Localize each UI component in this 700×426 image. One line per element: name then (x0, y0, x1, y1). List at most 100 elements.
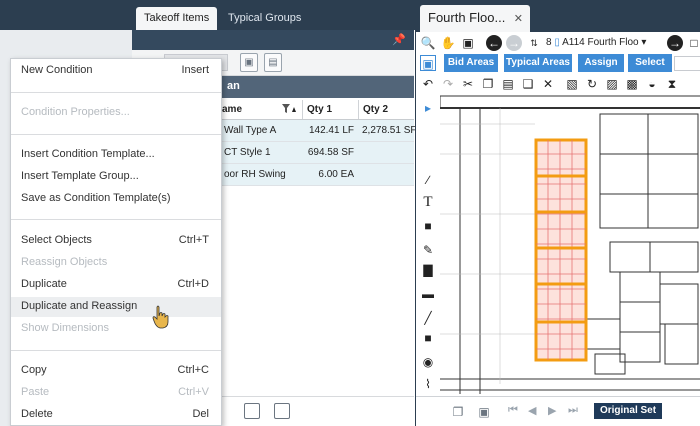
thumbnail-icon[interactable]: ▣ (476, 404, 492, 420)
close-icon[interactable]: ✕ (514, 12, 523, 25)
column-qty1[interactable]: Qty 1 (302, 100, 358, 119)
cut-icon[interactable]: ✂ (460, 76, 476, 92)
edit-icon[interactable]: ▧ (564, 76, 580, 92)
fit-page-icon[interactable]: □ (686, 35, 700, 51)
menu-item-shortcut: Ctrl+V (178, 386, 209, 398)
expand-icon[interactable]: ▣ (240, 53, 258, 72)
menu-item-paste: Paste Ctrl+V (11, 383, 221, 403)
row-name: oor RH Swing (224, 169, 286, 180)
menu-item-new-condition[interactable]: New Condition Insert (11, 61, 221, 81)
menu-item-shortcut: Ctrl+C (177, 364, 209, 376)
flip-horizontal-icon[interactable]: ◒ (644, 76, 660, 92)
undo-icon[interactable]: ↶ (420, 76, 436, 92)
viewer-bottom-bar: ❐ ▣ ⏮ ◀ ▶ ⏭ Original Set (416, 396, 700, 426)
next-page-icon[interactable]: → (667, 35, 683, 51)
prev-page-icon[interactable]: ◀ (528, 404, 536, 417)
link-icon[interactable]: ◉ (420, 354, 436, 370)
row-qty2 (358, 142, 414, 163)
last-page-icon[interactable]: ⏭ (568, 404, 578, 417)
menu-item-label: Show Dimensions (21, 322, 110, 334)
back-icon[interactable]: ← (486, 35, 502, 51)
menu-item-label: Duplicate (21, 278, 67, 290)
move-icon[interactable] (274, 403, 290, 419)
pointer-icon[interactable]: ▸ (420, 100, 436, 116)
transform-icon[interactable]: ▩ (624, 76, 640, 92)
stamp-icon[interactable]: ▇ (420, 262, 436, 278)
duplicate-icon[interactable]: ❑ (520, 76, 536, 92)
menu-item-label: Reassign Objects (21, 256, 108, 268)
viewer-tab-row: Fourth Floo... ✕ (416, 0, 700, 32)
takeoff-tab-row: Takeoff Items Typical Groups (132, 0, 414, 30)
row-qty2 (358, 164, 414, 185)
menu-item-label: Duplicate and Reassign (21, 300, 138, 312)
crop-icon[interactable]: ▨ (604, 76, 620, 92)
hand-cursor-icon (152, 305, 169, 329)
drawing-canvas[interactable] (440, 94, 700, 396)
menu-item-shortcut: Del (192, 408, 209, 420)
menu-item-duplicate[interactable]: Duplicate Ctrl+D (11, 275, 221, 295)
first-page-icon[interactable]: ⏮ (508, 404, 518, 417)
page-up-down-icon[interactable]: ⇅ (526, 35, 542, 51)
row-name: Wall Type A (224, 125, 277, 136)
menu-item-insert-template-group[interactable]: Insert Template Group... (11, 167, 221, 187)
tab-takeoff-items[interactable]: Takeoff Items (136, 7, 218, 30)
menu-item-delete[interactable]: Delete Del (11, 405, 221, 425)
menu-item-label: Paste (21, 386, 50, 398)
paste-icon[interactable]: ▤ (500, 76, 516, 92)
page-select[interactable]: 8 ▯ A114 Fourth Floo ▾ (544, 35, 664, 51)
viewer-button-row: ▣ Bid Areas Typical Areas Assign Select (416, 54, 700, 74)
page-name: A114 Fourth Floo (562, 37, 639, 48)
assign-button[interactable]: Assign (578, 54, 624, 72)
page-list-icon[interactable]: ❐ (450, 404, 466, 420)
zoom-icon[interactable]: 🔍 (420, 35, 436, 51)
flip-vertical-icon[interactable]: ⧗ (664, 76, 680, 92)
redo-icon[interactable]: ↷ (440, 76, 456, 92)
next-page-arrow-icon[interactable]: ▶ (548, 404, 556, 417)
column-qty2[interactable]: Qty 2 (358, 100, 414, 119)
forward-icon[interactable]: → (506, 35, 522, 51)
delete-icon[interactable]: ✕ (540, 76, 556, 92)
typical-areas-button[interactable]: Typical Areas (504, 54, 572, 72)
attachment-icon[interactable]: ⌇ (420, 376, 436, 392)
search-input[interactable] (674, 56, 700, 71)
tab-typical-groups[interactable]: Typical Groups (220, 7, 309, 30)
select-button[interactable]: Select (628, 54, 672, 72)
menu-item-label: Condition Properties... (21, 106, 130, 118)
pen-icon[interactable]: ✎ (420, 242, 436, 258)
text-tool-icon[interactable]: T (420, 194, 436, 210)
menu-item-label: Copy (21, 364, 47, 376)
menu-item-save-as-template[interactable]: Save as Condition Template(s) (11, 189, 221, 209)
menu-item-condition-properties: Condition Properties... (11, 103, 221, 123)
takeoff-title-bar: 📌 (132, 30, 414, 50)
cloud-icon[interactable]: ▬ (420, 286, 436, 302)
menu-item-label: Save as Condition Template(s) (21, 192, 171, 204)
menu-item-select-objects[interactable]: Select Objects Ctrl+T (11, 231, 221, 251)
row-name: CT Style 1 (224, 147, 271, 158)
menu-item-shortcut: Ctrl+D (177, 278, 209, 290)
row-qty1: 694.58 SF (307, 147, 354, 158)
menu-separator (11, 134, 221, 135)
filter-icon[interactable] (282, 104, 296, 114)
layout-icon[interactable]: ▣ (420, 55, 436, 71)
page-number: 8 (546, 37, 552, 48)
rotate-icon[interactable]: ↻ (584, 76, 600, 92)
tab-fourth-floor[interactable]: Fourth Floo... ✕ (420, 5, 530, 32)
original-set-button[interactable]: Original Set (594, 403, 662, 419)
menu-item-duplicate-and-reassign[interactable]: Duplicate and Reassign (11, 297, 221, 317)
menu-item-show-dimensions: Show Dimensions (11, 319, 221, 339)
menu-item-insert-condition-template[interactable]: Insert Condition Template... (11, 145, 221, 165)
copy-icon[interactable] (244, 403, 260, 419)
menu-item-reassign-objects: Reassign Objects (11, 253, 221, 273)
pan-hand-icon[interactable]: ✋ (440, 35, 456, 51)
pin-icon[interactable]: 📌 (392, 33, 406, 46)
line-icon[interactable]: ╱ (420, 310, 436, 326)
bid-areas-button[interactable]: Bid Areas (444, 54, 498, 72)
fill-icon[interactable]: ■ (420, 330, 436, 346)
measure-icon[interactable]: ∕ (420, 172, 436, 188)
copy-icon[interactable]: ❐ (480, 76, 496, 92)
tab-label: Fourth Floo... (428, 10, 506, 25)
collapse-icon[interactable]: ▤ (264, 53, 282, 72)
menu-item-copy[interactable]: Copy Ctrl+C (11, 361, 221, 381)
zoom-window-icon[interactable]: ▣ (460, 35, 476, 51)
highlight-rect-icon[interactable]: ■ (420, 218, 436, 234)
